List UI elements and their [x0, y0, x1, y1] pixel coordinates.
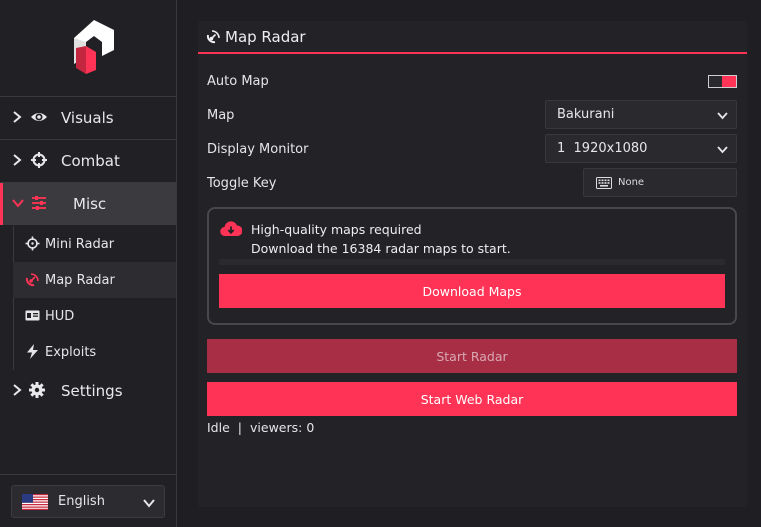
- notice-title: High-quality maps required: [251, 222, 422, 237]
- keyboard-icon: [596, 177, 612, 189]
- start-radar-button[interactable]: Start Radar: [207, 339, 737, 373]
- sidebar-item-label: Misc: [73, 195, 107, 213]
- status-separator: |: [237, 420, 243, 435]
- sidebar-item-label: Settings: [61, 382, 123, 400]
- sidebar-subitem-hud[interactable]: HUD: [13, 298, 176, 334]
- chevron-down-icon: [12, 199, 24, 208]
- panel-title-text: Map Radar: [225, 28, 306, 46]
- crosshair-icon: [31, 152, 47, 168]
- chevron-right-icon: [13, 111, 22, 123]
- map-select[interactable]: Bakurani: [545, 100, 737, 129]
- sidebar-subitem-label: HUD: [45, 308, 75, 324]
- chevron-down-icon: [717, 112, 728, 120]
- sidebar-item-misc[interactable]: Misc: [0, 183, 176, 225]
- chevron-right-icon: [13, 154, 22, 166]
- status-state: Idle: [207, 420, 230, 435]
- notice-message: Download the 16384 radar maps to start.: [251, 241, 511, 256]
- display-monitor-value: 1 1920x1080: [557, 141, 648, 156]
- sidebar: Visuals Combat Misc Mini Radar Map Radar…: [0, 0, 177, 527]
- id-card-icon: [25, 310, 40, 321]
- us-flag-icon: [22, 494, 48, 510]
- sidebar-item-settings[interactable]: Settings: [0, 370, 176, 412]
- eye-icon: [31, 113, 47, 121]
- sidebar-subitem-label: Mini Radar: [45, 236, 115, 252]
- toggle-key-button[interactable]: None: [583, 168, 737, 197]
- display-monitor-label: Display Monitor: [207, 142, 309, 157]
- sidebar-subitem-exploits[interactable]: Exploits: [13, 334, 176, 370]
- crosshair-small-icon: [25, 236, 40, 251]
- map-radar-panel: Map Radar Auto Map Map Bakurani Display …: [198, 21, 747, 507]
- lightning-icon: [27, 344, 38, 359]
- sidebar-subitem-label: Exploits: [45, 344, 97, 360]
- auto-map-label: Auto Map: [207, 74, 269, 89]
- status-line: Idle | viewers: 0: [207, 420, 314, 435]
- download-maps-button[interactable]: Download Maps: [219, 274, 725, 308]
- auto-map-toggle[interactable]: [708, 75, 737, 88]
- sliders-icon: [32, 196, 46, 210]
- map-label: Map: [207, 108, 235, 123]
- map-select-value: Bakurani: [557, 107, 615, 122]
- divider: [0, 474, 176, 475]
- toggle-key-value: None: [618, 177, 645, 188]
- cloud-download-icon: [220, 221, 242, 237]
- chevron-down-icon: [717, 146, 728, 154]
- chevron-down-icon: [143, 499, 155, 508]
- language-label: English: [58, 494, 105, 509]
- language-select[interactable]: English: [11, 485, 165, 518]
- sidebar-subitem-map-radar[interactable]: Map Radar: [13, 262, 176, 298]
- sidebar-item-visuals[interactable]: Visuals: [0, 97, 176, 139]
- sidebar-item-label: Combat: [61, 152, 120, 170]
- display-monitor-select[interactable]: 1 1920x1080: [545, 134, 737, 163]
- download-progress-bar: [219, 259, 725, 265]
- sidebar-subitem-mini-radar[interactable]: Mini Radar: [13, 226, 176, 262]
- radar-icon: [25, 273, 39, 287]
- maps-required-notice: High-quality maps required Download the …: [207, 207, 737, 325]
- toggle-key-label: Toggle Key: [207, 176, 277, 191]
- toggle-knob: [722, 76, 736, 87]
- radar-icon: [206, 30, 220, 44]
- panel-title: Map Radar: [206, 28, 306, 46]
- start-web-radar-button[interactable]: Start Web Radar: [207, 382, 737, 416]
- sidebar-item-label: Visuals: [61, 109, 114, 127]
- chevron-right-icon: [13, 384, 22, 396]
- status-viewers: viewers: 0: [250, 420, 315, 435]
- sidebar-item-combat[interactable]: Combat: [0, 140, 176, 182]
- title-underline: [198, 52, 747, 54]
- app-logo: [74, 20, 114, 74]
- gear-icon: [29, 382, 45, 398]
- sidebar-subitem-label: Map Radar: [45, 272, 115, 288]
